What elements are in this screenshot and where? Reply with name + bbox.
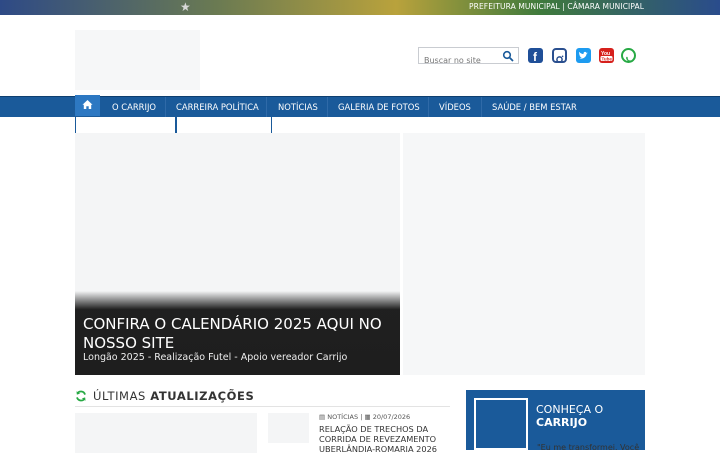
top-links[interactable]: PREFEITURA MUNICIPAL | CÂMARA MUNICIPAL [469, 2, 644, 11]
svg-text:f: f [533, 50, 538, 63]
profile-heading-light: CONHEÇA O [536, 403, 604, 416]
nav-separator [266, 97, 267, 117]
top-bar: ★ PREFEITURA MUNICIPAL | CÂMARA MUNICIPA… [0, 0, 720, 15]
site-logo[interactable] [75, 30, 200, 90]
youtube-icon[interactable]: You Tube [599, 48, 614, 63]
nav-item-galeria-de-fotos[interactable]: GALERIA DE FOTOS [338, 97, 420, 117]
nav-item-o-carrijo[interactable]: O CARRIJO [112, 97, 156, 117]
refresh-icon [76, 390, 86, 402]
main-navigation: O CARRIJO CARREIRA POLÍTICA NOTÍCIAS GAL… [0, 95, 720, 117]
profile-box[interactable]: CONHEÇA O CARRIJO [466, 390, 645, 450]
profile-heading-bold: CARRIJO [536, 416, 588, 429]
featured-news-image[interactable] [75, 413, 257, 453]
nav-separator [428, 97, 429, 117]
hero-slide[interactable]: CONFIRA O CALENDÁRIO 2025 AQUI NO NOSSO … [75, 133, 400, 375]
flag-star-decoration: ★ [180, 0, 191, 14]
nav-item-carreira-politica[interactable]: CARREIRA POLÍTICA [176, 97, 259, 117]
section-title-bold: ATUALIZAÇÕES [150, 389, 255, 403]
category-icon: ▤ [319, 413, 326, 421]
news-date: 20/07/2026 [372, 413, 411, 421]
nav-item-videos[interactable]: VÍDEOS [439, 97, 471, 117]
home-button[interactable] [75, 95, 100, 116]
section-title-latest-updates: ÚLTIMAS ATUALIZAÇÕES [93, 389, 254, 403]
profile-photo [474, 398, 528, 450]
news-meta: ▤ NOTÍCIAS | ▦ 20/07/2026 [319, 413, 410, 421]
facebook-icon[interactable]: f [528, 48, 543, 64]
search-input[interactable] [419, 53, 499, 68]
nav-item-saude-bem-estar[interactable]: SAÚDE / BEM ESTAR [492, 97, 577, 117]
section-divider [75, 406, 450, 407]
calendar-icon: ▦ [364, 413, 371, 421]
search-icon[interactable] [502, 50, 514, 62]
nav-separator [481, 97, 482, 117]
side-banner[interactable] [403, 133, 645, 375]
instagram-icon[interactable] [552, 48, 567, 63]
search-box[interactable] [418, 47, 519, 68]
svg-text:Tube: Tube [602, 56, 613, 61]
news-category[interactable]: NOTÍCIAS [327, 413, 358, 421]
twitter-icon[interactable] [576, 48, 591, 63]
home-icon [82, 100, 93, 109]
profile-quote: "Eu me transformei. Você [537, 443, 640, 452]
whatsapp-icon[interactable] [621, 48, 636, 63]
nav-separator [327, 97, 328, 117]
nav-item-noticias[interactable]: NOTÍCIAS [278, 97, 318, 117]
nav-separator [165, 97, 166, 117]
hero-subtitle: Longão 2025 - Realização Futel - Apoio v… [83, 352, 348, 363]
section-title-light: ÚLTIMAS [93, 389, 146, 403]
news-thumbnail[interactable] [268, 413, 309, 443]
hero-title[interactable]: CONFIRA O CALENDÁRIO 2025 AQUI NO NOSSO … [83, 315, 393, 353]
